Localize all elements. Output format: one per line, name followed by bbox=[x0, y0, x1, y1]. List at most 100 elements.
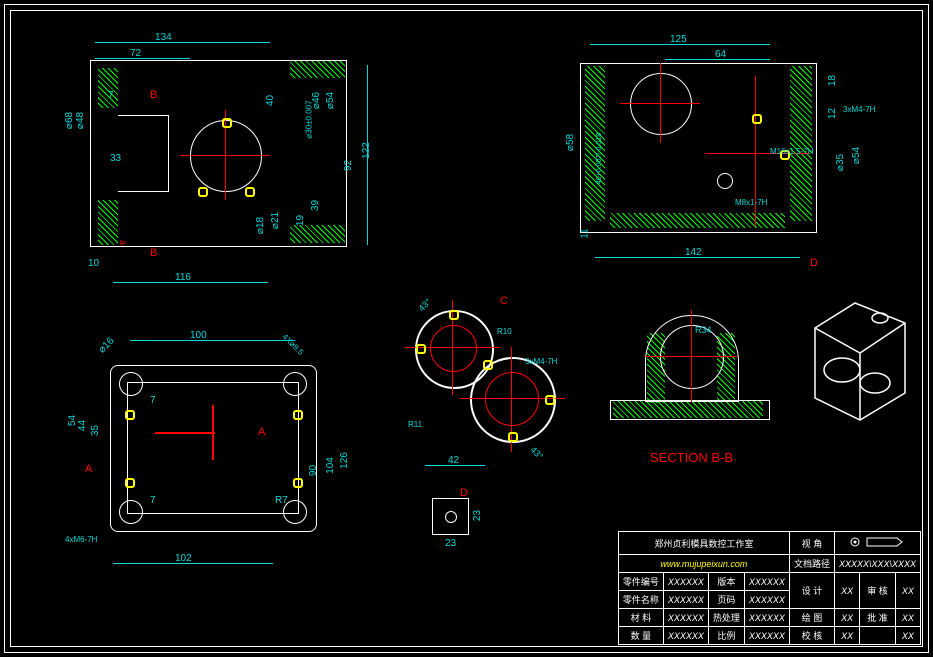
cell: 数 量 bbox=[618, 627, 663, 645]
dim: 12 bbox=[827, 108, 838, 119]
view-c bbox=[405, 305, 575, 470]
tap-point bbox=[245, 187, 255, 197]
dim: ⌀21 bbox=[270, 212, 281, 229]
label-b: B bbox=[150, 89, 157, 101]
dim: 23 bbox=[472, 510, 483, 521]
dim: 7 bbox=[150, 395, 156, 406]
dim-line bbox=[130, 340, 295, 341]
section-label: SECTION B-B bbox=[650, 450, 733, 465]
dim: ⌀18 bbox=[255, 217, 266, 234]
dim: 126 bbox=[339, 452, 350, 469]
th: 文档路径 bbox=[789, 555, 834, 573]
title-block: 郑州贞利模具数控工作室 视 角 www.mujupeixun.com 文档路径 … bbox=[618, 531, 921, 645]
centerline-v bbox=[660, 63, 661, 143]
dim: 35 bbox=[90, 425, 101, 436]
tap bbox=[293, 410, 303, 420]
tap bbox=[483, 360, 493, 370]
dim-line bbox=[95, 58, 190, 59]
dim: R34 bbox=[695, 325, 712, 335]
dim-line bbox=[95, 42, 270, 43]
bore-circle bbox=[190, 120, 262, 192]
bolt-hole bbox=[283, 372, 307, 396]
cell: XXXXXX bbox=[663, 573, 708, 591]
iso-svg bbox=[800, 298, 915, 428]
dim: 40+0.007/-0.018 bbox=[596, 133, 603, 184]
dim: 4xM6-7H bbox=[65, 535, 97, 544]
cell: 设 计 bbox=[789, 573, 834, 609]
bore bbox=[660, 325, 724, 389]
cell: XXXXXX bbox=[663, 627, 708, 645]
cell: 版本 bbox=[708, 573, 744, 591]
label-a: a bbox=[118, 240, 128, 245]
dim: 3xM4-7H bbox=[843, 105, 875, 114]
dim: 92 bbox=[343, 160, 354, 171]
cell: XX bbox=[895, 609, 920, 627]
dim: ⌀35 bbox=[835, 154, 846, 171]
section-bb bbox=[605, 305, 775, 450]
cell: 零件编号 bbox=[618, 573, 663, 591]
cell: XX bbox=[834, 573, 859, 609]
dim: ⌀68 bbox=[64, 112, 75, 129]
tap bbox=[449, 310, 459, 320]
dim: ⌀54 bbox=[325, 92, 336, 109]
dim: 7 bbox=[150, 495, 156, 506]
view-top-right bbox=[575, 58, 845, 268]
cell: 页码 bbox=[708, 591, 744, 609]
dim: M16x1.5-7H bbox=[770, 147, 814, 156]
dim: 104 bbox=[325, 457, 336, 474]
flange bbox=[118, 115, 169, 192]
dim-line bbox=[590, 44, 770, 45]
label-b: B bbox=[150, 247, 157, 259]
hole bbox=[445, 511, 457, 523]
cell: XXXXXX bbox=[744, 609, 789, 627]
cell: XXXXXX bbox=[744, 627, 789, 645]
cell: 审 核 bbox=[860, 573, 895, 609]
dim: R10 bbox=[497, 327, 512, 336]
path-cell: XXXXX\XXX\XXXX bbox=[834, 555, 920, 573]
dim-line bbox=[425, 465, 485, 466]
label-d: D bbox=[810, 257, 818, 269]
cl bbox=[691, 310, 692, 402]
cell: 热处理 bbox=[708, 609, 744, 627]
tap bbox=[416, 344, 426, 354]
threaded-hole bbox=[717, 173, 733, 189]
cell: 材 料 bbox=[618, 609, 663, 627]
bolt-hole bbox=[119, 372, 143, 396]
dim: 39 bbox=[310, 200, 321, 211]
iso-view bbox=[800, 298, 915, 428]
dim: 40 bbox=[265, 95, 276, 106]
view-bottom-left bbox=[95, 350, 345, 555]
tap bbox=[508, 432, 518, 442]
dim: 10 bbox=[88, 258, 99, 269]
cell: XX bbox=[834, 609, 859, 627]
dim-line bbox=[113, 563, 273, 564]
cell: 校 核 bbox=[789, 627, 834, 645]
cell: XXXXXX bbox=[744, 573, 789, 591]
cell: XXXXXX bbox=[663, 591, 708, 609]
tap bbox=[125, 410, 135, 420]
pcd bbox=[485, 372, 539, 426]
cell: XX bbox=[834, 627, 859, 645]
centerline bbox=[155, 432, 215, 434]
bore bbox=[630, 73, 692, 135]
dim: 7 bbox=[108, 90, 114, 101]
tap bbox=[125, 478, 135, 488]
pcd bbox=[430, 325, 477, 372]
dim: 3xM4-7H bbox=[525, 357, 557, 366]
dim: 90 bbox=[308, 465, 319, 476]
dim: 19 bbox=[295, 215, 306, 226]
dim: M8x1-7H bbox=[735, 198, 767, 207]
proj-symbol bbox=[834, 532, 920, 555]
cell bbox=[860, 627, 895, 645]
dim-line bbox=[113, 282, 268, 283]
dim: 18 bbox=[827, 75, 838, 86]
tap-point bbox=[222, 118, 232, 128]
dim: R11 bbox=[408, 420, 422, 429]
cell: 绘 图 bbox=[789, 609, 834, 627]
company-cell: 郑州贞利模具数控工作室 bbox=[618, 532, 789, 555]
cell: XXXXXX bbox=[663, 609, 708, 627]
cell: XX bbox=[895, 573, 920, 609]
dim: 11 bbox=[580, 228, 591, 238]
dim: ⌀46 bbox=[311, 92, 322, 109]
th: 视 角 bbox=[789, 532, 834, 555]
